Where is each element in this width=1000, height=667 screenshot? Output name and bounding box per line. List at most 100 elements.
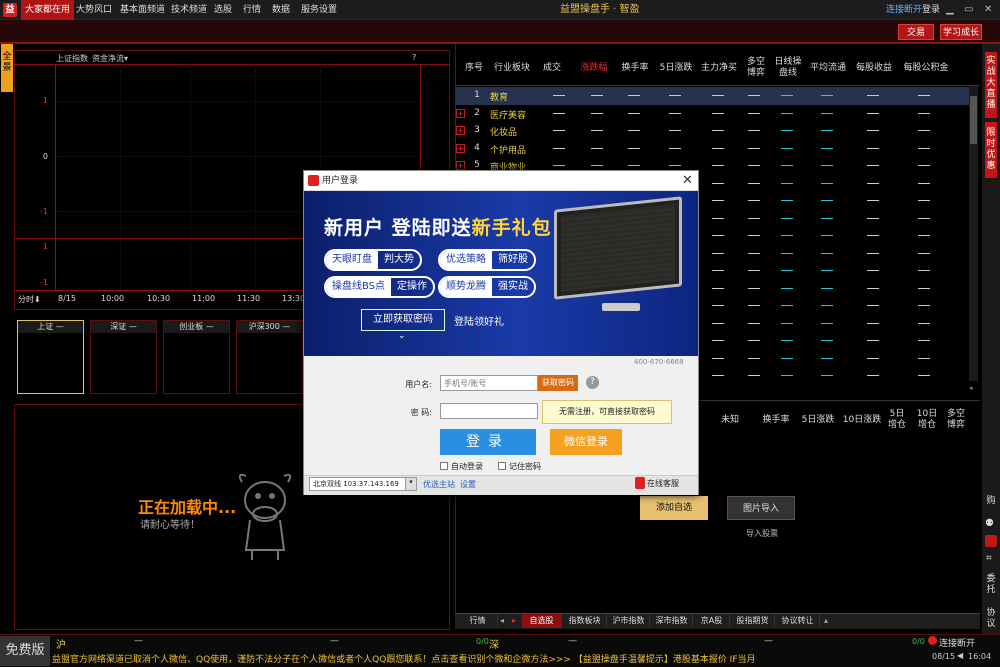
- tab-agreement-transfer[interactable]: 协议转让: [776, 614, 820, 628]
- panorama-tab[interactable]: 全景: [1, 44, 13, 92]
- expand-icon[interactable]: +: [456, 161, 465, 170]
- get-password-banner-button[interactable]: 立即获取密码: [361, 309, 445, 331]
- auto-login-checkbox[interactable]: [440, 462, 448, 470]
- col-header-5day[interactable]: 5日涨跌: [799, 400, 837, 440]
- connection-status-link[interactable]: 连接断开: [886, 0, 922, 20]
- add-watchlist-button[interactable]: 添加自选: [640, 496, 708, 520]
- menu-item-data[interactable]: 数据: [272, 0, 290, 20]
- connection-status-bottom[interactable]: 连接断开: [939, 636, 975, 649]
- red-tool-icon[interactable]: [985, 535, 997, 547]
- password-input[interactable]: [440, 403, 538, 419]
- chevron-down-icon[interactable]: ▾: [405, 478, 416, 490]
- chart-y-axis: [55, 64, 56, 290]
- col-header-bull-bear[interactable]: 多空 博弈: [743, 50, 769, 86]
- tab-index-futures[interactable]: 股指期货: [731, 614, 775, 628]
- free-version-badge[interactable]: 免费版: [0, 636, 50, 666]
- col-header-industry[interactable]: 行业板块: [490, 50, 534, 86]
- expand-icon[interactable]: +: [456, 126, 465, 135]
- col-header-5day-add[interactable]: 5日 增仓: [886, 400, 908, 440]
- quote-card-csi300[interactable]: 沪深300 —: [236, 320, 303, 394]
- col-header-reserve[interactable]: 每股公积金: [900, 50, 952, 86]
- chart-flow-dropdown[interactable]: 资金净流▾: [92, 53, 128, 64]
- scroll-left-arrow-icon[interactable]: ◂: [969, 384, 973, 392]
- empty-cell-dash: [918, 147, 930, 149]
- tab-scroll-left-icon[interactable]: ◂: [500, 616, 504, 625]
- tab-bj-stocks[interactable]: 京A股: [694, 614, 730, 628]
- quote-card-shenzhen[interactable]: 深证 —: [90, 320, 157, 394]
- agreement-tab[interactable]: 协议: [985, 608, 997, 632]
- expand-icon[interactable]: +: [456, 143, 465, 153]
- col-header-index[interactable]: 序号: [460, 50, 488, 86]
- col-header-10day[interactable]: 10日涨跌: [840, 400, 884, 440]
- tab-sz-index[interactable]: 深市指数: [651, 614, 693, 628]
- buy-tab[interactable]: 购: [985, 496, 997, 510]
- minimize-icon[interactable]: ▁: [946, 4, 954, 15]
- image-import-button[interactable]: 图片导入: [727, 496, 795, 520]
- chart-period-selector[interactable]: 分时⬇: [18, 294, 41, 305]
- server-select[interactable]: 北京双线 103.37.143.169: [309, 477, 417, 491]
- wechat-login-button[interactable]: 微信登录: [550, 429, 622, 455]
- table-scrollbar-thumb[interactable]: [970, 96, 977, 144]
- login-button[interactable]: 登录: [440, 429, 536, 455]
- col-header-bull-bear[interactable]: 多空 博弈: [943, 400, 969, 440]
- col-header-10day-add[interactable]: 10日 增仓: [914, 400, 940, 440]
- menu-item-stock-picking[interactable]: 选股: [214, 0, 232, 20]
- tab-scroll-right-icon[interactable]: ▸: [512, 616, 516, 625]
- tab-more-icon[interactable]: ▴: [824, 616, 828, 625]
- menu-item-technical[interactable]: 技术频道: [171, 0, 207, 20]
- chart-x-tick: 8/15: [58, 294, 76, 303]
- remember-password-checkbox[interactable]: [498, 462, 506, 470]
- close-window-icon[interactable]: ✕: [984, 4, 992, 15]
- col-header-volume[interactable]: 成交: [538, 50, 566, 86]
- live-stream-tab[interactable]: 实战大直播: [985, 52, 997, 118]
- empty-cell-dash: [553, 147, 565, 149]
- entrust-tab[interactable]: 委托: [985, 574, 997, 602]
- menu-item-popular[interactable]: 大家都在用: [21, 0, 75, 20]
- tab-market[interactable]: 行情: [458, 614, 498, 628]
- news-ticker[interactable]: 益盟官方网络渠道已取消个人微信、QQ使用，谨防不法分子在个人微信或者个人QQ跟您…: [52, 652, 932, 665]
- speaker-icon[interactable]: ◀: [957, 651, 963, 660]
- quote-card-shanghai[interactable]: 上证 —: [17, 320, 84, 394]
- tab-index-sector[interactable]: 指数板块: [563, 614, 607, 628]
- col-header-avg-float[interactable]: 平均流通: [808, 50, 848, 86]
- promo-banner[interactable]: 新用户 登陆即送新手礼包 天眼盯盘 判大势 优选策略 筛好股 操盘线BS点 定操作 顺…: [304, 191, 698, 356]
- limited-offer-tab[interactable]: 限时优惠: [985, 122, 997, 178]
- col-header-eps[interactable]: 每股收益: [852, 50, 896, 86]
- col-header-daily-line[interactable]: 日线操 盘线: [773, 50, 803, 86]
- get-password-button[interactable]: 获取密码: [538, 375, 578, 391]
- col-header-turnover[interactable]: 换手率: [757, 400, 795, 440]
- empty-cell-dash: [712, 182, 724, 184]
- col-header-turnover[interactable]: 换手率: [617, 50, 653, 86]
- menu-item-fundamental[interactable]: 基本面频道: [120, 0, 165, 20]
- maximize-icon[interactable]: ▭: [964, 4, 973, 15]
- crop-icon[interactable]: ⌗: [986, 553, 992, 564]
- select-server-link[interactable]: 优选主站: [423, 479, 455, 490]
- empty-cell-dash: [821, 95, 833, 96]
- col-header-5day[interactable]: 5日涨跌: [657, 50, 695, 86]
- empty-cell-dash: [553, 112, 565, 114]
- chart-index-label[interactable]: 上证指数: [56, 53, 88, 64]
- online-service-link[interactable]: 在线客服: [647, 478, 679, 489]
- col-header-main-net[interactable]: 主力净买: [699, 50, 739, 86]
- quote-card-chinext[interactable]: 创业板 —: [163, 320, 230, 394]
- chart-help-icon[interactable]: ?: [412, 53, 416, 62]
- dialog-title-bar[interactable]: 用户登录 ✕: [304, 171, 698, 191]
- menu-item-trends[interactable]: 大势风口: [76, 0, 112, 20]
- login-link[interactable]: 登录: [922, 0, 940, 20]
- trade-button[interactable]: 交易: [898, 24, 934, 40]
- menu-item-market[interactable]: 行情: [243, 0, 261, 20]
- col-header-change[interactable]: 涨跌幅: [576, 50, 612, 86]
- username-input[interactable]: [440, 375, 538, 391]
- expand-icon[interactable]: +: [456, 108, 465, 118]
- tab-sh-index[interactable]: 沪市指数: [608, 614, 650, 628]
- settings-link[interactable]: 设置: [460, 479, 476, 490]
- tab-watchlist[interactable]: 自选股: [522, 614, 562, 628]
- quote-name: 创业板: [179, 322, 204, 331]
- empty-cell-dash: [591, 147, 603, 149]
- help-icon[interactable]: ?: [586, 376, 599, 389]
- menu-item-settings[interactable]: 服务设置: [301, 0, 337, 20]
- col-header-unknown[interactable]: 未知: [712, 400, 748, 440]
- user-icon[interactable]: ⚉: [985, 518, 997, 530]
- learn-button[interactable]: 学习成长: [940, 24, 982, 40]
- dialog-close-icon[interactable]: ✕: [682, 173, 693, 188]
